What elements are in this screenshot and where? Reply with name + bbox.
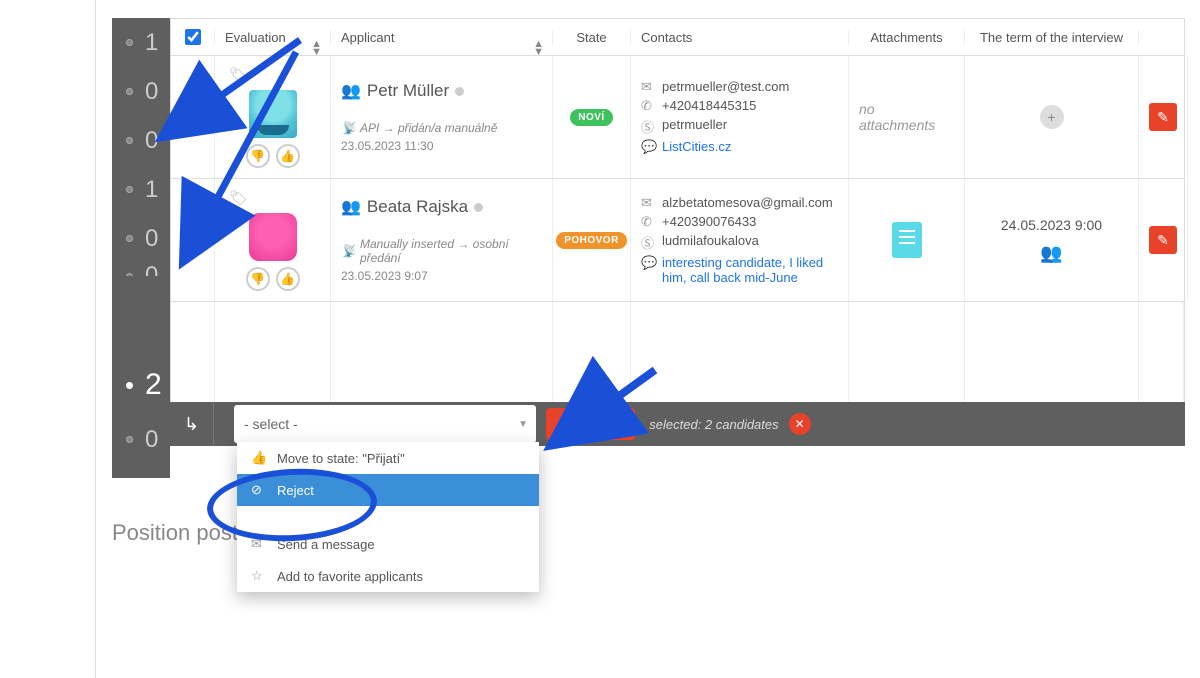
stage-item[interactable]: 1 xyxy=(112,18,170,67)
phone-icon: ✆ xyxy=(641,98,656,114)
avatar[interactable] xyxy=(249,90,297,138)
state-badge: NOVÍ xyxy=(570,109,612,126)
table-row: 🏷 👎 👍 👥 Petr Müller 📡API → xyxy=(170,56,1185,179)
state-badge: POHOVOR xyxy=(556,232,627,249)
option-label: Move to state: "Přijatí" xyxy=(277,451,405,466)
thumbs-down-icon[interactable]: 👎 xyxy=(246,144,270,168)
th-contacts: Contacts xyxy=(641,30,692,45)
thumbs-down-icon[interactable]: 👎 xyxy=(246,267,270,291)
bulk-action-bar: ↳ - select - ▼ Execute › selected: 2 can… xyxy=(170,402,1185,446)
th-attachments: Attachments xyxy=(870,30,942,45)
stage-count: 0 xyxy=(145,426,158,454)
contact-note[interactable]: interesting candidate, I liked him, call… xyxy=(662,255,838,285)
stage-item[interactable]: 0 xyxy=(112,67,170,116)
table-row: 🏷 👎 👍 👥 Beata Rajska 📡Manu xyxy=(170,179,1185,302)
contact-email[interactable]: petrmueller@test.com xyxy=(662,79,789,94)
comment-icon: 💬 xyxy=(641,139,656,155)
attachment-doc-icon[interactable] xyxy=(892,222,922,258)
applicant-source: Manually inserted → osobní předání xyxy=(360,237,542,265)
skype-icon: Ⓢ xyxy=(641,117,656,136)
stage-count: 1 xyxy=(145,29,158,57)
chevron-down-icon: ▼ xyxy=(518,419,528,430)
dropdown-option[interactable]: ☆ Add to favorite applicants xyxy=(237,560,539,592)
thumbs-up-icon[interactable]: 👍 xyxy=(276,267,300,291)
left-gutter xyxy=(0,0,96,678)
row-checkbox[interactable] xyxy=(185,109,201,125)
th-interview: The term of the interview xyxy=(980,30,1123,45)
star-icon: ☆ xyxy=(251,568,267,584)
status-dot-icon xyxy=(455,87,464,96)
edit-button[interactable]: ✎ xyxy=(1149,226,1177,254)
execute-label: Execute xyxy=(560,416,611,432)
sort-icon[interactable]: ▲▼ xyxy=(533,40,544,56)
stage-item[interactable]: 1 xyxy=(112,165,170,214)
comment-icon: 💬 xyxy=(641,255,656,271)
avatar[interactable] xyxy=(249,213,297,261)
select-placeholder: - select - xyxy=(244,416,298,432)
contact-note[interactable]: ListCities.cz xyxy=(662,139,731,154)
interview-date: 24.05.2023 9:00 xyxy=(1001,217,1102,233)
applicant-date: 23.05.2023 11:30 xyxy=(341,139,542,153)
selected-count: selected: 2 candidates xyxy=(649,417,778,432)
applicant-name[interactable]: Beata Rajska xyxy=(367,197,468,217)
envelope-icon: ✉ xyxy=(641,79,656,95)
applicant-date: 23.05.2023 9:07 xyxy=(341,269,542,283)
applicant-name[interactable]: Petr Müller xyxy=(367,81,449,101)
stage-count: 0 xyxy=(145,78,158,106)
edit-button[interactable]: ✎ xyxy=(1149,103,1177,131)
stage-count: 1 xyxy=(145,176,158,204)
people-icon: 👥 xyxy=(341,81,361,101)
stage-item[interactable]: 0 xyxy=(112,214,170,263)
status-dot-icon xyxy=(474,203,483,212)
stage-count: 0 xyxy=(145,225,158,253)
attachments-none: no attachments xyxy=(859,101,954,133)
interview-people-icon[interactable]: 👥 xyxy=(1040,243,1062,264)
contact-skype[interactable]: petrmueller xyxy=(662,117,727,132)
contact-phone[interactable]: +420418445315 xyxy=(662,98,756,113)
stage-item[interactable]: 0 xyxy=(112,415,170,464)
skype-icon: Ⓢ xyxy=(641,233,656,252)
th-evaluation[interactable]: Evaluation xyxy=(225,30,286,45)
tag-icon[interactable]: 🏷 xyxy=(229,66,248,84)
select-all-checkbox[interactable] xyxy=(185,29,201,45)
execute-button[interactable]: Execute › xyxy=(546,408,635,440)
bulk-action-select[interactable]: - select - ▼ xyxy=(234,405,536,443)
bulk-indicator-icon: ↳ xyxy=(170,402,214,446)
tag-icon[interactable]: 🏷 xyxy=(229,189,248,207)
th-state: State xyxy=(576,30,606,45)
table-header-row: Evaluation▲▼ Applicant▲▼ State Contacts … xyxy=(170,18,1185,56)
applicant-source: API → přidán/a manuálně xyxy=(360,121,497,135)
thumbs-up-icon[interactable]: 👍 xyxy=(276,144,300,168)
clear-selection-button[interactable]: ✕ xyxy=(789,413,811,435)
th-applicant[interactable]: Applicant xyxy=(341,30,394,45)
envelope-icon: ✉ xyxy=(641,195,656,211)
row-checkbox[interactable] xyxy=(185,232,201,248)
stage-item-active[interactable]: 2 xyxy=(112,355,170,415)
stage-item[interactable]: 0 xyxy=(112,116,170,165)
add-interview-button[interactable]: + xyxy=(1040,105,1064,129)
phone-icon: ✆ xyxy=(641,214,656,230)
thumbs-up-icon: 👍 xyxy=(251,450,267,466)
rss-icon: 📡 xyxy=(341,121,356,135)
stage-count: 0 xyxy=(145,127,158,155)
contact-email[interactable]: alzbetatomesova@gmail.com xyxy=(662,195,833,210)
stage-count: 2 xyxy=(145,368,162,402)
sort-icon[interactable]: ▲▼ xyxy=(311,40,322,56)
people-icon: 👥 xyxy=(341,197,361,217)
rss-icon: 📡 xyxy=(341,244,356,258)
contact-skype[interactable]: ludmilafoukalova xyxy=(662,233,759,248)
option-label: Add to favorite applicants xyxy=(277,569,423,584)
chevron-right-icon: › xyxy=(617,416,622,432)
stage-sidebar-lower: 2 0 xyxy=(112,276,170,464)
contact-phone[interactable]: +420390076433 xyxy=(662,214,756,229)
